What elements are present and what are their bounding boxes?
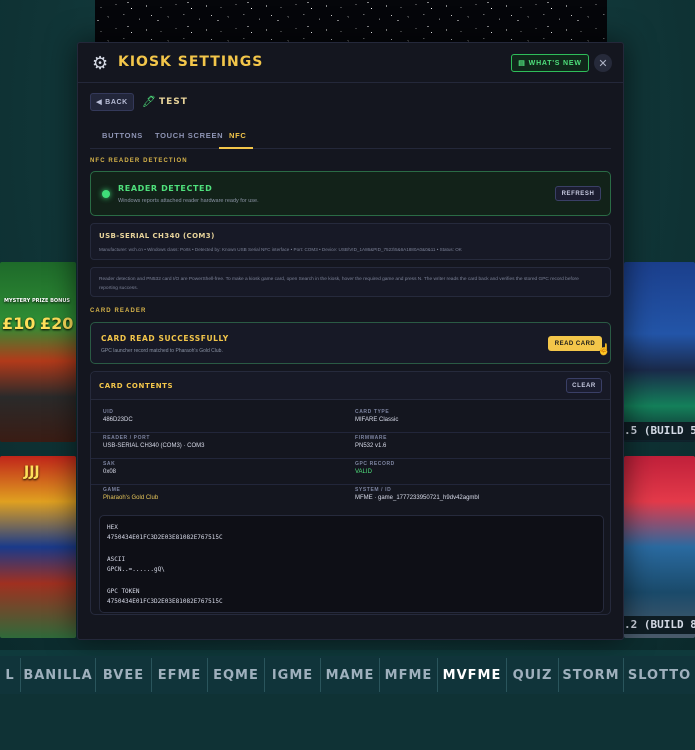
tile-caption: .2 (BUILD 8): [624, 616, 695, 634]
reader-status-subtitle: Windows reports attached reader hardware…: [118, 198, 259, 204]
tile-text: MYSTERY PRIZE BONUS: [4, 298, 71, 304]
reader-detection-heading: NFC READER DETECTION: [90, 158, 188, 164]
back-label: BACK: [105, 98, 128, 106]
field-label: READER / PORT: [103, 435, 150, 441]
tab-buttons[interactable]: BUTTONS: [102, 131, 143, 140]
kiosk-settings-modal: ⚙ KIOSK SETTINGS ▤ WHAT'S NEW ✕ ◀ BACK 🖊…: [77, 42, 624, 640]
gear-icon: ⚙: [92, 53, 109, 73]
card-reader-heading: CARD READER: [90, 308, 147, 314]
token-label: GPC TOKEN: [107, 588, 140, 595]
info-panel: Reader detection and PN532 card I/O are …: [90, 267, 611, 297]
device-panel: USB-SERIAL CH340 (COM3) Manufacturer: wc…: [90, 223, 611, 260]
tile-text: JJJ: [24, 464, 40, 480]
field-label: FIRMWARE: [355, 435, 388, 441]
platform-tab[interactable]: MAME: [320, 658, 379, 692]
tile-caption: .5 (BUILD 54: [624, 422, 695, 440]
field-uid: UID 486D23DC: [103, 405, 353, 431]
platform-tab-active[interactable]: MVFME: [437, 658, 506, 692]
field-value: 486D23DC: [103, 417, 133, 423]
game-tile-left-top[interactable]: MYSTERY PRIZE BONUS £10 £20: [0, 262, 76, 442]
platform-tab[interactable]: EFME: [151, 658, 207, 692]
whats-new-label: WHAT'S NEW: [528, 59, 582, 67]
tile-text: £20: [40, 314, 74, 333]
wand-icon: 🖊: [142, 96, 156, 108]
field-value: Pharaoh's Gold Club: [103, 495, 159, 501]
game-tile-left-bottom[interactable]: JJJ: [0, 456, 76, 638]
refresh-button[interactable]: REFRESH: [555, 186, 601, 201]
token-value: 4750434E01FC3D2E03E81082E767515C: [107, 598, 223, 605]
field-value: 0x08: [103, 469, 117, 475]
document-icon: ▤: [518, 60, 526, 67]
clear-button[interactable]: CLEAR: [566, 378, 602, 393]
platform-tab[interactable]: SLOTTO: [623, 658, 695, 692]
reader-status-panel: READER DETECTED Windows reports attached…: [90, 171, 611, 216]
card-contents-panel: CARD CONTENTS CLEAR UID 486D23DC CARD TY…: [90, 371, 611, 615]
read-card-button[interactable]: READ CARD: [548, 336, 602, 351]
active-tab-indicator: [219, 147, 253, 149]
platform-tab[interactable]: STORM: [558, 658, 623, 692]
whats-new-button[interactable]: ▤ WHAT'S NEW: [511, 54, 589, 72]
field-sak: SAK 0x08: [103, 457, 353, 483]
platform-tab[interactable]: L: [0, 658, 20, 692]
hex-label: HEX: [107, 524, 118, 531]
field-firmware: FIRMWARE PN532 v1.6: [355, 431, 605, 457]
field-system-id: SYSTEM / ID MFME · game_1777233950721_h9…: [355, 483, 605, 509]
card-contents-header: CARD CONTENTS CLEAR: [91, 372, 610, 400]
field-value: MFME · game_1777233950721_h9dv42agmbl: [355, 495, 480, 501]
platform-tab[interactable]: BVEE: [95, 658, 151, 692]
footer-area: [0, 694, 695, 750]
field-reader-port: READER / PORT USB-SERIAL CH340 (COM3) · …: [103, 431, 353, 457]
game-tile-right-bottom[interactable]: .2 (BUILD 8): [624, 456, 695, 638]
modal-title: KIOSK SETTINGS: [118, 54, 264, 70]
field-value: MIFARE Classic: [355, 417, 399, 423]
card-read-panel: CARD READ SUCCESSFULLY GPC launcher reco…: [90, 322, 611, 364]
reader-status-title: READER DETECTED: [118, 184, 213, 193]
platform-tab[interactable]: BANILLA: [20, 658, 95, 692]
field-label: SAK: [103, 461, 116, 467]
field-label: SYSTEM / ID: [355, 487, 392, 493]
ascii-label: ASCII: [107, 556, 126, 563]
field-gpc-record: GPC RECORD VALID: [355, 457, 605, 483]
info-text: Reader detection and PN532 card I/O are …: [99, 277, 579, 291]
field-game: GAME Pharaoh's Gold Club: [103, 483, 353, 509]
field-value: USB-SERIAL CH340 (COM3) · COM3: [103, 443, 205, 449]
field-label: CARD TYPE: [355, 409, 390, 415]
card-contents-title: CARD CONTENTS: [99, 382, 174, 390]
field-value: VALID: [355, 469, 372, 475]
hand-cursor-icon: ☝: [597, 344, 611, 356]
ascii-value: GPCN..=......gQ\: [107, 566, 165, 573]
field-label: GPC RECORD: [355, 461, 395, 467]
field-card-type: CARD TYPE MIFARE Classic: [355, 405, 605, 431]
platform-tab[interactable]: MFME: [379, 658, 437, 692]
tab-bar: BUTTONS TOUCH SCREEN NFC: [90, 127, 611, 149]
close-icon: ✕: [598, 57, 608, 70]
platform-tab[interactable]: QUIZ: [506, 658, 558, 692]
close-button[interactable]: ✕: [594, 54, 612, 72]
arrow-left-icon: ◀: [96, 99, 103, 106]
card-read-title: CARD READ SUCCESSFULLY: [101, 334, 229, 343]
status-indicator: [102, 190, 110, 198]
field-label: UID: [103, 409, 114, 415]
field-label: GAME: [103, 487, 121, 493]
game-tile-right-top[interactable]: .5 (BUILD 54: [624, 262, 695, 442]
tab-touch-screen[interactable]: TOUCH SCREEN: [155, 131, 223, 140]
hex-value: 4750434E01FC3D2E03E81082E767515C: [107, 534, 223, 541]
modal-header: ⚙ KIOSK SETTINGS ▤ WHAT'S NEW ✕: [78, 43, 623, 83]
device-name: USB-SERIAL CH340 (COM3): [99, 232, 215, 240]
starfield-banner: [95, 0, 607, 48]
tile-text: £10: [2, 314, 36, 333]
platform-tab[interactable]: EQME: [207, 658, 264, 692]
platform-tab[interactable]: IGME: [264, 658, 320, 692]
field-value: PN532 v1.6: [355, 443, 387, 449]
device-meta: Manufacturer: wch.cn • Windows class: Po…: [99, 247, 462, 252]
section-title: TEST: [159, 97, 188, 107]
back-button[interactable]: ◀ BACK: [90, 93, 134, 111]
tab-nfc[interactable]: NFC: [229, 131, 247, 140]
raw-data-box: HEX 4750434E01FC3D2E03E81082E767515C ASC…: [99, 515, 604, 613]
card-read-subtitle: GPC launcher record matched to Pharaoh's…: [101, 348, 223, 354]
